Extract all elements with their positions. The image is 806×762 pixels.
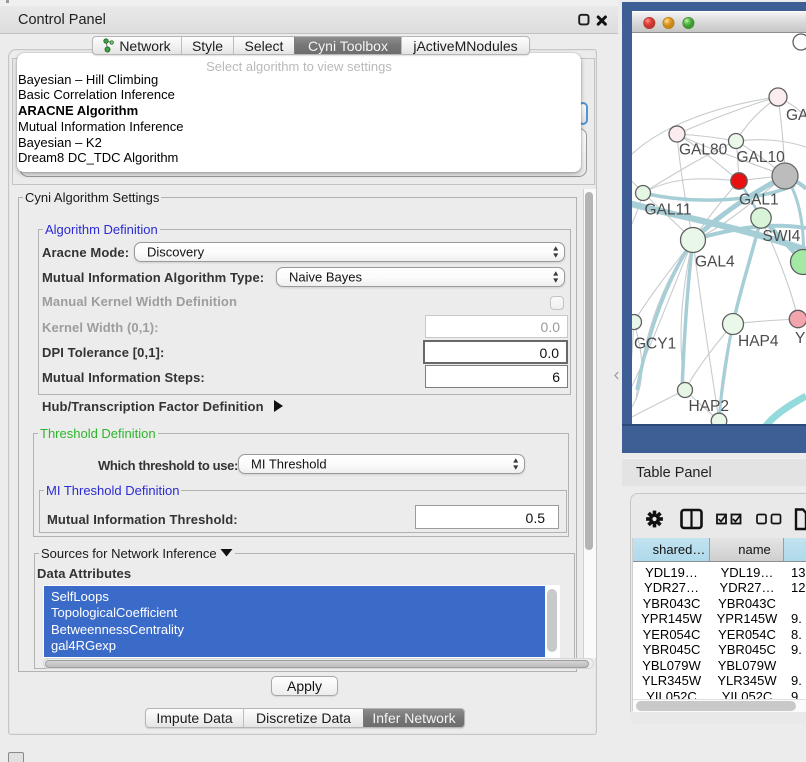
svg-text:GAL11: GAL11 — [645, 202, 692, 219]
svg-text:GAL10: GAL10 — [737, 149, 786, 166]
svg-text:GAL80: GAL80 — [679, 142, 728, 159]
svg-text:GCY1: GCY1 — [634, 336, 676, 353]
svg-text:GAL4: GAL4 — [695, 254, 735, 271]
svg-text:HAP2: HAP2 — [689, 398, 730, 415]
svg-text:GAL1: GAL1 — [739, 192, 779, 209]
svg-text:HAP4: HAP4 — [738, 333, 779, 350]
svg-text:SWI4: SWI4 — [763, 228, 801, 245]
svg-text:Y: Y — [795, 330, 805, 347]
svg-text:GAL7: GAL7 — [786, 107, 806, 124]
